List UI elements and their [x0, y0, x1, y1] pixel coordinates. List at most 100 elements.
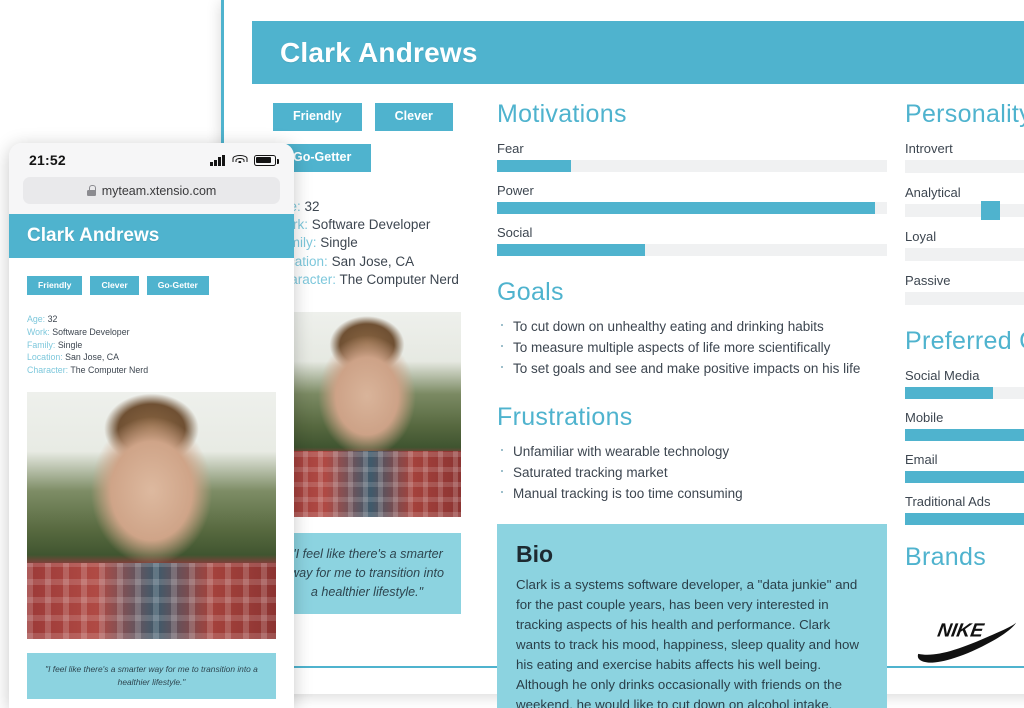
- phone-page-title: Clark Andrews: [27, 225, 160, 246]
- desktop-persona-card: Clark Andrews Friendly Clever Go-Getter …: [221, 0, 1024, 708]
- page-title: Clark Andrews: [280, 36, 478, 68]
- motivation-track-social: [497, 244, 887, 256]
- personality-track-passive[interactable]: [905, 292, 1024, 305]
- address-bar-url: myteam.xtensio.com: [101, 183, 217, 198]
- channel-fill-email: [905, 471, 1024, 483]
- phone-persona-header: Clark Andrews: [9, 214, 294, 258]
- info-row-location: Location: San Jose, CA: [273, 253, 473, 271]
- personality-sliders: Introvert Analytical Loyal Passive: [905, 141, 1024, 305]
- motivations-bars: Fear Power Social: [497, 141, 887, 256]
- phone-info-value-family: Single: [57, 339, 83, 350]
- channel-track-social-media: [905, 387, 1024, 399]
- phone-info-value-character: The Computer Nerd: [70, 364, 149, 375]
- channel-label-traditional-ads: Traditional Ads: [905, 494, 991, 509]
- personality-track-analytical[interactable]: [905, 201, 1024, 220]
- personality-label-analytical: Analytical: [905, 185, 961, 200]
- phone-info-label-character: Character:: [27, 364, 69, 375]
- phone-info-label-location: Location:: [27, 352, 63, 363]
- motivation-label-power: Power: [497, 183, 534, 198]
- section-title-frustrations: Frustrations: [497, 403, 633, 431]
- phone-info-row-work: Work: Software Developer: [27, 326, 276, 339]
- info-row-character: Character: The Computer Nerd: [273, 271, 473, 289]
- motivation-track-fear: [497, 160, 887, 172]
- list-item: To measure multiple aspects of life more…: [497, 335, 887, 358]
- phone-info-label-age: Age:: [27, 314, 46, 325]
- channel-label-mobile: Mobile: [905, 410, 944, 425]
- list-item: To cut down on unhealthy eating and drin…: [497, 314, 887, 337]
- phone-info-label-family: Family:: [27, 339, 56, 350]
- phone-trait-tag-gogetter[interactable]: Go-Getter: [146, 276, 209, 296]
- phone-persona-portrait-photo: [27, 392, 276, 640]
- section-title-goals: Goals: [497, 278, 564, 306]
- section-title-brands: Brands: [905, 543, 987, 571]
- motivation-label-social: Social: [497, 225, 533, 240]
- svg-text:NIKE: NIKE: [936, 621, 986, 642]
- lock-icon: [86, 185, 96, 196]
- phone-status-bar: 21:52: [9, 143, 294, 177]
- info-value-family: Single: [320, 235, 358, 251]
- list-item: Saturated tracking market: [497, 460, 887, 483]
- persona-info-list: Age: 32 Work: Software Developer Family:…: [273, 198, 473, 290]
- info-row-work: Work: Software Developer: [273, 216, 473, 234]
- cellular-signal-icon: [210, 154, 225, 166]
- frustrations-list: Unfamiliar with wearable technology Satu…: [497, 439, 887, 504]
- motivation-fill-social: [497, 244, 646, 256]
- motivation-fill-fear: [497, 160, 572, 172]
- personality-track-loyal[interactable]: [905, 248, 1024, 261]
- info-value-location: San Jose, CA: [331, 253, 415, 269]
- section-title-motivations: Motivations: [497, 100, 627, 128]
- section-title-bio: Bio: [516, 541, 554, 567]
- trait-tag-friendly[interactable]: Friendly: [273, 103, 362, 131]
- preferred-channels-bars: Social Media Mobile Email Traditional Ad…: [905, 368, 1024, 525]
- bio-text: Clark is a systems software developer, a…: [516, 577, 859, 708]
- motivation-track-power: [497, 202, 887, 214]
- channel-track-email: [905, 471, 1024, 483]
- mobile-phone-mockup: 21:52 myteam.xtensio.com Clark Andrews F…: [9, 143, 294, 708]
- channel-track-traditional-ads: [905, 513, 1024, 525]
- battery-icon: [254, 154, 279, 166]
- phone-info-row-character: Character: The Computer Nerd: [27, 364, 276, 377]
- phone-info-label-work: Work:: [27, 327, 50, 338]
- motivation-fill-power: [497, 202, 876, 214]
- phone-info-value-location: San Jose, CA: [65, 352, 119, 363]
- info-value-character: The Computer Nerd: [339, 272, 459, 288]
- brand-logo-row: NIKE: [905, 588, 1024, 684]
- trait-tag-row: Friendly Clever Go-Getter: [273, 103, 473, 172]
- channel-label-email: Email: [905, 452, 938, 467]
- nike-logo: NIKE: [917, 621, 1017, 663]
- phone-url-bar-wrapper: myteam.xtensio.com: [9, 177, 294, 214]
- channel-track-mobile: [905, 429, 1024, 441]
- trait-tag-clever[interactable]: Clever: [374, 103, 453, 131]
- phone-info-row-location: Location: San Jose, CA: [27, 351, 276, 364]
- motivation-label-fear: Fear: [497, 141, 524, 156]
- personality-label-passive: Passive: [905, 273, 951, 288]
- info-row-family: Family: Single: [273, 234, 473, 252]
- personality-handle-analytical[interactable]: [980, 201, 1000, 220]
- persona-header-banner: Clark Andrews: [252, 21, 1024, 84]
- phone-trait-tag-clever[interactable]: Clever: [90, 276, 139, 296]
- wifi-icon: [232, 154, 247, 166]
- phone-info-row-age: Age: 32: [27, 313, 276, 326]
- persona-middle-column: Motivations Fear Power Social Goals To c…: [497, 100, 887, 708]
- phone-trait-tag-row: Friendly Clever Go-Getter: [27, 276, 276, 296]
- info-value-age: 32: [304, 198, 320, 214]
- phone-persona-body: Friendly Clever Go-Getter Age: 32 Work: …: [9, 258, 294, 700]
- channel-label-social-media: Social Media: [905, 368, 980, 383]
- screenshot-stage: Clark Andrews Friendly Clever Go-Getter …: [0, 0, 1024, 708]
- list-item: Unfamiliar with wearable technology: [497, 439, 887, 462]
- phone-info-value-age: 32: [47, 314, 58, 325]
- address-bar[interactable]: myteam.xtensio.com: [23, 177, 280, 204]
- persona-left-column: Friendly Clever Go-Getter Age: 32 Work: …: [273, 103, 473, 614]
- personality-label-introvert: Introvert: [905, 141, 953, 156]
- info-row-age: Age: 32: [273, 198, 473, 216]
- phone-trait-tag-friendly[interactable]: Friendly: [27, 276, 83, 296]
- status-bar-clock: 21:52: [29, 152, 66, 168]
- section-title-personality: Personality: [905, 100, 1024, 128]
- channel-fill-mobile: [905, 429, 1024, 441]
- phone-persona-quote: "I feel like there's a smarter way for m…: [27, 653, 276, 700]
- info-value-work: Software Developer: [311, 216, 431, 232]
- personality-track-introvert[interactable]: [905, 160, 1024, 173]
- channel-fill-traditional-ads: [905, 513, 1024, 525]
- phone-info-row-family: Family: Single: [27, 339, 276, 352]
- phone-persona-info-list: Age: 32 Work: Software Developer Family:…: [27, 313, 276, 376]
